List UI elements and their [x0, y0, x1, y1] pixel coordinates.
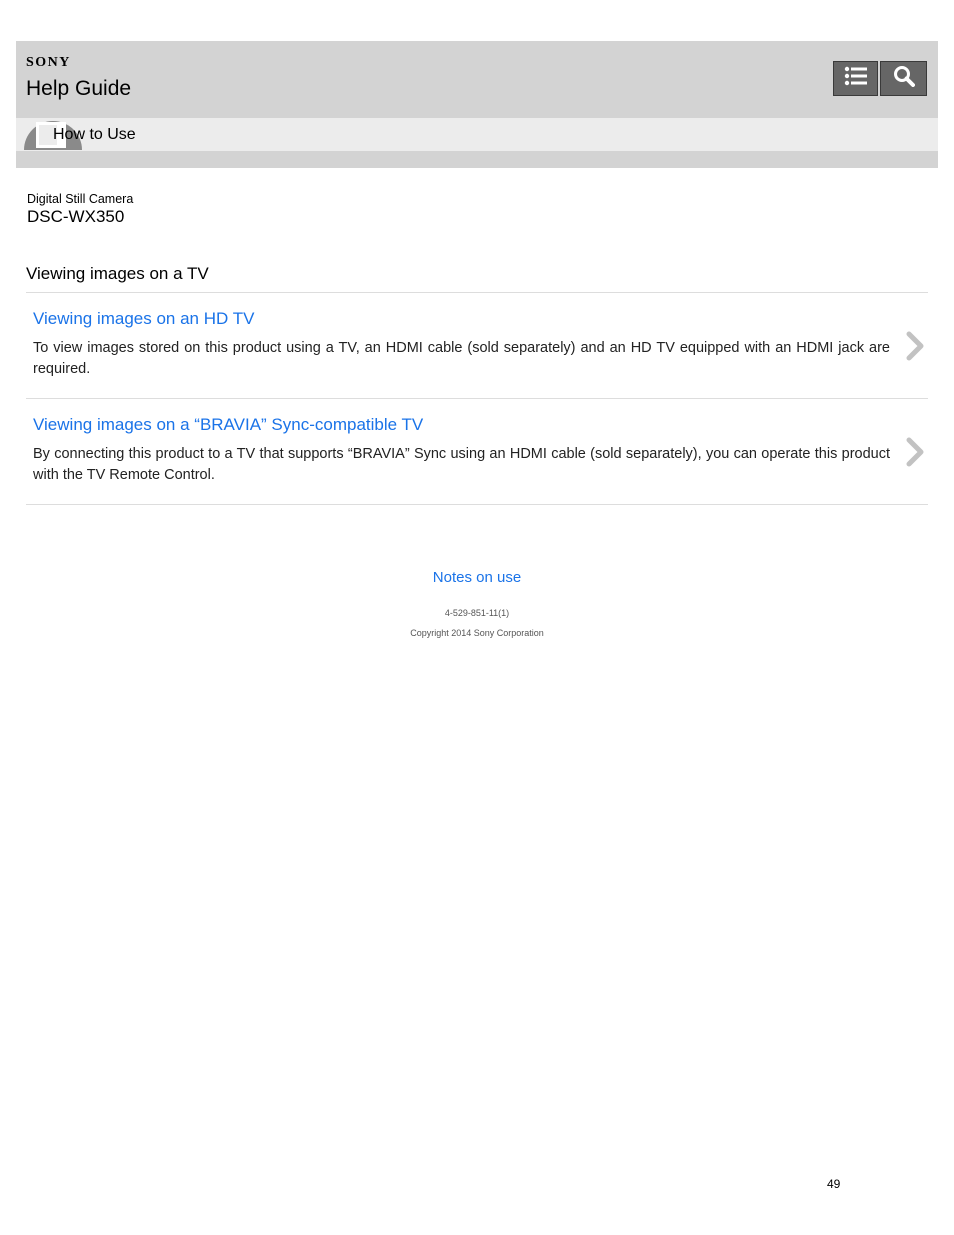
model-name: DSC-WX350: [27, 207, 125, 226]
notes-on-use-link[interactable]: Notes on use: [0, 569, 954, 586]
toc-button[interactable]: [833, 61, 878, 96]
search-icon: [893, 65, 915, 92]
product-type: Digital Still Camera: [27, 192, 134, 206]
copyright: Copyright 2014 Sony Corporation: [410, 628, 544, 638]
topic-link-bravia-sync[interactable]: Viewing images on a “BRAVIA” Sync-compat…: [33, 415, 890, 435]
header-toolbar: [833, 61, 927, 96]
list-icon: [844, 66, 868, 91]
search-button[interactable]: [880, 61, 927, 96]
category-bar: How to Use: [16, 118, 938, 151]
topic-list: Viewing images on an HD TV To view image…: [26, 292, 928, 505]
help-guide-title: Help Guide: [26, 77, 132, 100]
chevron-right-icon[interactable]: [905, 437, 925, 472]
topic-link-hd-tv[interactable]: Viewing images on an HD TV: [33, 309, 890, 329]
chevron-right-icon[interactable]: [905, 331, 925, 366]
sony-logo: SONY: [26, 55, 71, 70]
document-number: 4-529-851-11(1): [444, 608, 510, 618]
header: SONY Help Guide How to Use: [16, 41, 938, 168]
topic-description: By connecting this product to a TV that …: [33, 446, 890, 483]
list-item: Viewing images on a “BRAVIA” Sync-compat…: [26, 399, 928, 505]
page-number: 49: [827, 1177, 841, 1191]
breadcrumb-category[interactable]: How to Use: [53, 126, 136, 144]
page-title: Viewing images on a TV: [26, 264, 209, 283]
list-item: Viewing images on an HD TV To view image…: [26, 293, 928, 399]
topic-description: To view images stored on this product us…: [33, 340, 890, 377]
